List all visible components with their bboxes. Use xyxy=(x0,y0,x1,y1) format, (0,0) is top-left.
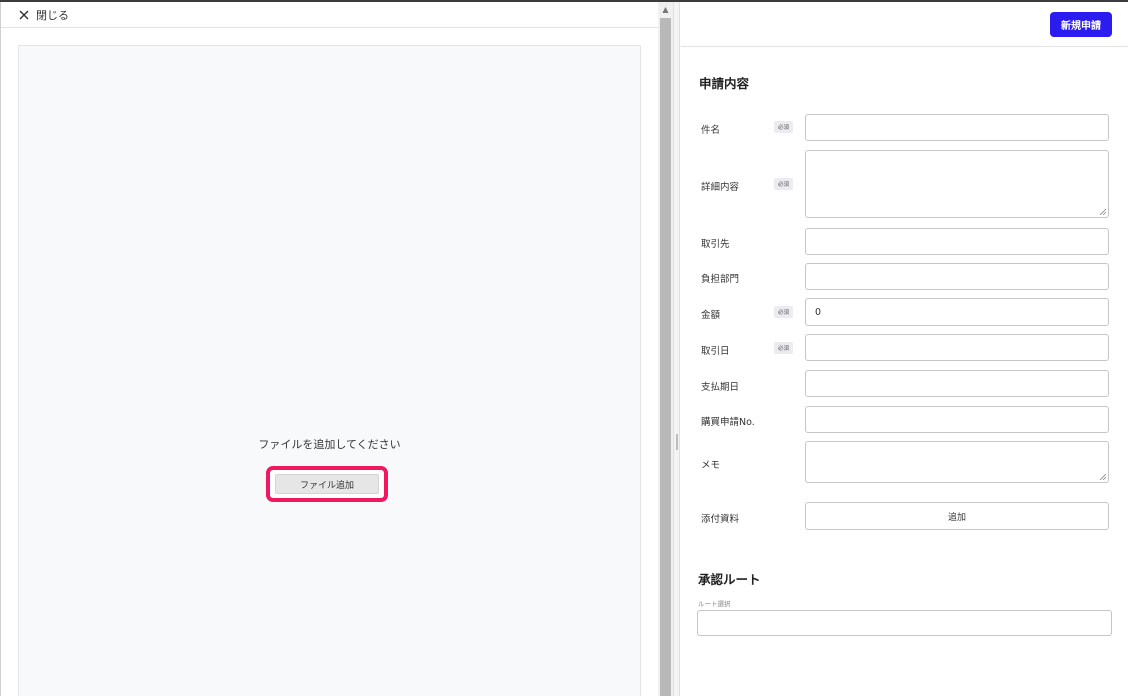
field-label-details: 詳細内容 xyxy=(701,182,740,193)
attachment-add-button[interactable]: 追加 xyxy=(805,502,1109,530)
subject-input[interactable] xyxy=(805,114,1109,141)
required-badge: 必須 xyxy=(774,306,793,318)
route-select-label: ルート選択 xyxy=(698,600,731,608)
pane-splitter[interactable] xyxy=(673,2,680,696)
field-label-purchase-request-no: 購買申請No. xyxy=(701,417,755,428)
field-label-transaction-date: 取引日 xyxy=(701,346,730,357)
field-label-due-date: 支払期日 xyxy=(701,382,740,393)
file-drop-area[interactable]: ファイルを追加してください ファイル追加 xyxy=(18,45,641,696)
resize-grip-icon[interactable] xyxy=(1100,474,1106,480)
new-request-button[interactable]: 新規申請 xyxy=(1050,12,1112,37)
close-icon xyxy=(19,10,29,19)
memo-textarea[interactable] xyxy=(805,441,1109,483)
field-label-subject: 件名 xyxy=(701,125,721,136)
resize-grip-icon[interactable] xyxy=(1100,209,1106,215)
purchase-request-no-input[interactable] xyxy=(805,406,1109,433)
required-badge: 必須 xyxy=(774,178,793,190)
close-button[interactable]: 閉じる xyxy=(18,7,69,23)
scroll-up-arrow-icon[interactable]: ▲ xyxy=(658,2,673,16)
field-label-amount: 金額 xyxy=(701,310,721,321)
viewer-toolbar: 閉じる xyxy=(0,2,658,28)
required-badge: 必須 xyxy=(774,121,793,133)
section-title-request: 申請内容 xyxy=(699,76,750,91)
scrollbar-thumb[interactable] xyxy=(660,18,671,696)
amount-input[interactable]: 0 xyxy=(805,298,1109,326)
file-add-button[interactable]: ファイル追加 xyxy=(275,474,379,494)
transaction-date-input[interactable] xyxy=(805,334,1109,361)
file-viewer-pane: 閉じる ファイルを追加してください ファイル追加 xyxy=(0,2,658,696)
request-form-pane: 新規申請 申請内容 件名 必須 詳細内容 必須 取引先 負担部門 金額 必須 0… xyxy=(681,2,1128,696)
field-label-client: 取引先 xyxy=(701,239,730,250)
close-label: 閉じる xyxy=(36,8,69,22)
splitter-grip-icon[interactable] xyxy=(676,434,678,450)
file-add-highlight: ファイル追加 xyxy=(266,466,388,502)
section-title-approval-route: 承認ルート xyxy=(698,572,761,587)
viewer-scrollbar[interactable]: ▲ xyxy=(658,2,673,696)
left-edge-line xyxy=(0,2,1,696)
route-select-input[interactable] xyxy=(697,610,1112,636)
department-input[interactable] xyxy=(805,263,1109,290)
required-badge: 必須 xyxy=(774,342,793,354)
client-input[interactable] xyxy=(805,228,1109,255)
field-label-memo: メモ xyxy=(701,460,721,471)
field-label-department: 負担部門 xyxy=(701,274,740,285)
due-date-input[interactable] xyxy=(805,370,1109,397)
details-textarea[interactable] xyxy=(805,150,1109,218)
form-header: 新規申請 xyxy=(681,2,1128,47)
field-label-attachments: 添付資料 xyxy=(701,514,740,525)
file-hint-text: ファイルを追加してください xyxy=(258,438,401,451)
